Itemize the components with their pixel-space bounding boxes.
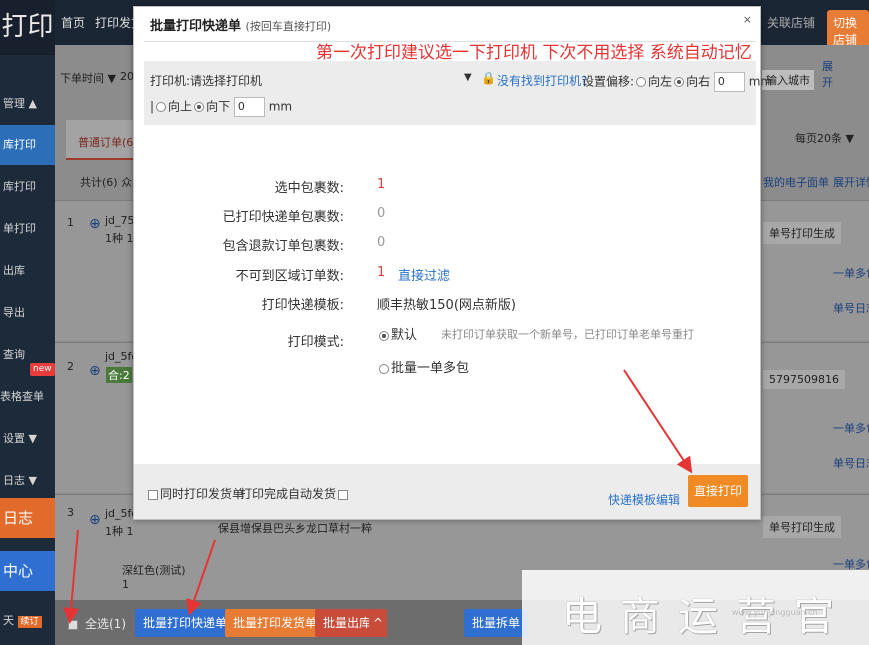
watermark: 电商运营官 www.yunyingguan.cn <box>522 570 869 645</box>
watermark-url: www.yunyingguan.cn <box>732 608 818 617</box>
arrow-to-print-button <box>623 369 693 474</box>
arrow-to-select-all <box>63 529 80 624</box>
arrow-to-batch-print-button <box>186 539 216 616</box>
annotation-arrows <box>63 369 693 624</box>
